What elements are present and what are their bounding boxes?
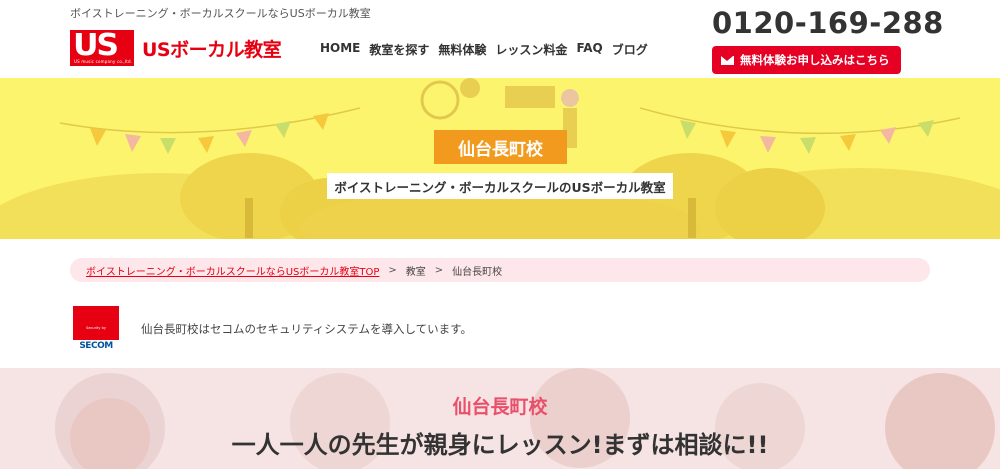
phone-number[interactable]: 0120-169-288: [712, 6, 944, 40]
mail-icon: [721, 55, 734, 65]
nav-lesson-fees[interactable]: レッスン料金: [495, 41, 567, 58]
breadcrumb-home-link[interactable]: ボイストレーニング・ボーカルスクールならUSボーカル教室TOP: [86, 263, 379, 278]
logo-text: USボーカル教室: [142, 38, 282, 61]
main-nav: HOME 教室を探す 無料体験 レッスン料金 FAQ ブログ: [320, 41, 657, 58]
breadcrumb-separator: >: [434, 264, 444, 276]
logo-mark-text: US: [72, 28, 119, 63]
nav-faq[interactable]: FAQ: [576, 41, 602, 58]
site-logo[interactable]: US US music company co.,ltd. USボーカル教室: [70, 28, 282, 66]
intro-title: 仙台長町校: [452, 396, 548, 418]
breadcrumb: ボイストレーニング・ボーカルスクールならUSボーカル教室TOP > 教室 > 仙…: [70, 258, 930, 282]
site-tagline: ボイストレーニング・ボーカルスクールならUSボーカル教室: [70, 7, 371, 20]
breadcrumb-separator: >: [388, 264, 397, 276]
cta-label: 無料体験お申し込みはこちら: [740, 53, 890, 67]
logo-mark: US US music company co.,ltd.: [70, 28, 134, 66]
secom-logo: Security by SECOM: [73, 306, 119, 352]
nav-find-school[interactable]: 教室を探す: [369, 41, 429, 58]
free-trial-cta-button[interactable]: 無料体験お申し込みはこちら: [712, 46, 901, 74]
breadcrumb-level2: 教室: [405, 266, 426, 278]
hero-subtitle: ボイストレーニング・ボーカルスクールのUSボーカル教室: [327, 173, 673, 199]
breadcrumb-current: 仙台長町校: [452, 266, 503, 278]
hero-title: 仙台長町校: [434, 130, 567, 164]
site-header: ボイストレーニング・ボーカルスクールならUSボーカル教室 US US music…: [0, 0, 1000, 78]
secom-logo-small: Security by: [86, 326, 106, 330]
nav-blog[interactable]: ブログ: [612, 41, 648, 58]
nav-home[interactable]: HOME: [320, 41, 360, 58]
secom-logo-brand: SECOM: [73, 340, 119, 352]
logo-mark-sub: US music company co.,ltd.: [74, 59, 133, 64]
security-notice: 仙台長町校はセコムのセキュリティシステムを導入しています。: [141, 322, 472, 336]
intro-headline: 一人一人の先生が親身にレッスン!まずは相談に!!: [231, 431, 769, 459]
nav-free-trial[interactable]: 無料体験: [438, 41, 486, 58]
